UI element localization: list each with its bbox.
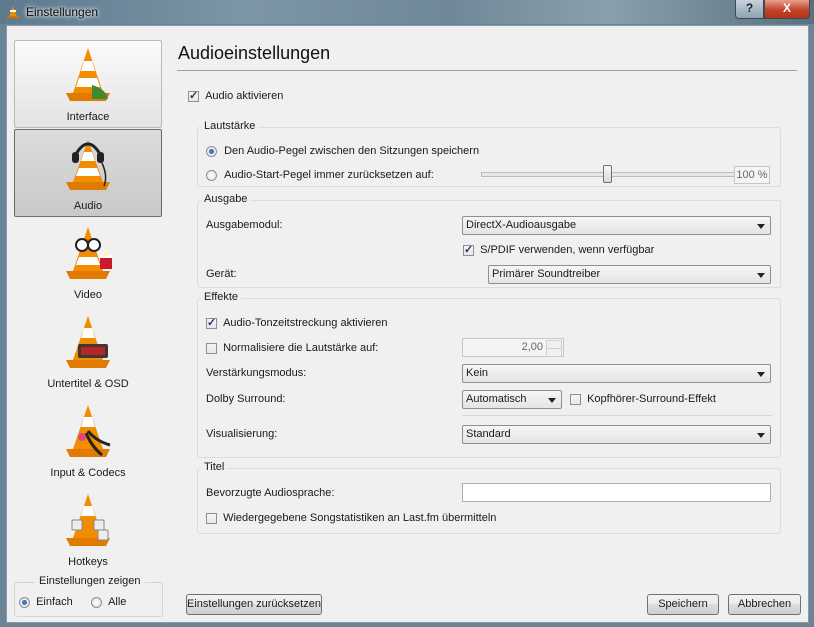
volume-group-title: Lautstärke	[201, 120, 259, 132]
output-module-value: DirectX-Audioausgabe	[466, 219, 577, 231]
settings-dialog: Interface Audio Video Untertitel & OSD I…	[6, 25, 809, 623]
device-dropdown[interactable]: Primärer Soundtreiber	[488, 265, 771, 284]
output-module-label: Ausgabemodul:	[206, 219, 283, 231]
cancel-button[interactable]: Abbrechen	[728, 594, 801, 615]
save-button[interactable]: Speichern	[647, 594, 719, 615]
all-mode-label: Alle	[108, 596, 127, 608]
time-stretch-label: Audio-Tonzeitstreckung aktivieren	[223, 317, 388, 329]
sidebar-item-label: Input & Codecs	[50, 467, 126, 479]
save-level-label: Den Audio-Pegel zwischen den Sitzungen s…	[224, 145, 480, 157]
gain-mode-dropdown[interactable]: Kein	[462, 364, 771, 383]
cone-cable-icon	[66, 405, 111, 457]
start-level-value: 100 %	[734, 166, 770, 184]
sidebar-item-interface[interactable]: Interface	[14, 40, 162, 128]
title-divider	[177, 70, 797, 71]
save-level-radio[interactable]: Den Audio-Pegel zwischen den Sitzungen s…	[206, 145, 479, 157]
audio-language-label: Bevorzugte Audiosprache:	[206, 487, 335, 499]
checkbox-indicator[interactable]	[570, 393, 581, 405]
radio-indicator[interactable]	[19, 596, 30, 608]
page-title: Audioeinstellungen	[178, 43, 331, 63]
cone-icon	[66, 48, 110, 101]
close-button[interactable]: X	[764, 0, 810, 19]
checkbox-indicator[interactable]	[206, 342, 217, 354]
simple-mode-label: Einfach	[36, 596, 73, 608]
sidebar-item-video[interactable]: Video	[14, 218, 162, 306]
visualization-value: Standard	[466, 428, 511, 440]
device-value: Primärer Soundtreiber	[492, 268, 601, 280]
device-label: Gerät:	[206, 268, 237, 280]
time-stretch-checkbox[interactable]: Audio-Tonzeitstreckung aktivieren	[206, 316, 388, 329]
gain-mode-value: Kein	[466, 367, 489, 379]
reset-settings-button[interactable]: Einstellungen zurücksetzen	[186, 594, 322, 615]
normalize-label: Normalisiere die Lautstärke auf:	[223, 342, 379, 354]
normalize-value: 2,00	[521, 341, 543, 353]
sidebar-item-subtitles[interactable]: Untertitel & OSD	[14, 307, 162, 395]
chevron-down-icon	[757, 224, 765, 229]
radio-indicator[interactable]	[206, 169, 217, 181]
window-title: Einstellungen	[26, 5, 99, 19]
show-settings-group: Einstellungen zeigen Einfach Alle	[14, 575, 163, 617]
cone-subtitles-icon	[66, 316, 110, 368]
spin-down-icon[interactable]	[546, 348, 562, 357]
output-group-title: Ausgabe	[201, 193, 251, 205]
headphone-surround-label: Kopfhörer-Surround-Effekt	[587, 393, 716, 405]
reset-level-label: Audio-Start-Pegel immer zurücksetzen auf…	[224, 169, 434, 181]
enable-audio-label: Audio aktivieren	[205, 90, 284, 102]
sidebar-item-hotkeys[interactable]: Hotkeys	[14, 485, 162, 573]
chevron-down-icon	[757, 273, 765, 278]
dolby-value: Automatisch	[466, 393, 527, 405]
radio-indicator[interactable]	[91, 596, 102, 608]
sidebar-item-label: Video	[74, 289, 102, 301]
sidebar-item-label: Hotkeys	[68, 556, 108, 568]
checkbox-indicator[interactable]	[463, 243, 474, 256]
normalize-spinbox[interactable]: 2,00	[462, 338, 564, 357]
audio-language-input[interactable]	[462, 483, 771, 502]
sidebar-item-input-codecs[interactable]: Input & Codecs	[14, 396, 162, 484]
effects-divider	[462, 415, 772, 416]
checkbox-indicator[interactable]	[188, 89, 199, 102]
lastfm-label: Wiedergegebene Songstatistiken an Last.f…	[223, 512, 497, 524]
chevron-down-icon	[548, 398, 556, 403]
start-level-slider-thumb[interactable]	[603, 165, 612, 183]
chevron-down-icon	[757, 433, 765, 438]
headphone-surround-checkbox[interactable]: Kopfhörer-Surround-Effekt	[570, 393, 716, 405]
sidebar-item-label: Interface	[66, 111, 110, 123]
show-settings-title: Einstellungen zeigen	[35, 575, 145, 587]
normalize-checkbox[interactable]: Normalisiere die Lautstärke auf:	[206, 342, 378, 354]
checkbox-indicator[interactable]	[206, 512, 217, 524]
checkbox-indicator[interactable]	[206, 316, 217, 329]
help-button[interactable]: ?	[735, 0, 764, 19]
radio-indicator[interactable]	[206, 145, 217, 157]
output-module-dropdown[interactable]: DirectX-Audioausgabe	[462, 216, 771, 235]
sidebar-item-label: Audio	[73, 200, 103, 212]
spdif-label: S/PDIF verwenden, wenn verfügbar	[480, 244, 655, 256]
cone-keyboard-icon	[66, 494, 110, 546]
track-group-title: Titel	[201, 461, 228, 473]
effects-group-title: Effekte	[201, 291, 242, 303]
vlc-cone-icon	[7, 6, 19, 18]
chevron-down-icon	[757, 372, 765, 377]
spdif-checkbox[interactable]: S/PDIF verwenden, wenn verfügbar	[463, 243, 655, 256]
sidebar-item-label: Untertitel & OSD	[47, 378, 129, 390]
visualization-dropdown[interactable]: Standard	[462, 425, 771, 444]
visualization-label: Visualisierung:	[206, 428, 278, 440]
window-titlebar: Einstellungen ? X	[0, 0, 814, 24]
sidebar-item-audio[interactable]: Audio	[14, 129, 162, 217]
dolby-label: Dolby Surround:	[206, 393, 286, 405]
gain-mode-label: Verstärkungsmodus:	[206, 367, 307, 379]
simple-mode-radio[interactable]: Einfach	[19, 596, 73, 608]
cone-headphones-icon	[66, 140, 110, 190]
all-mode-radio[interactable]: Alle	[91, 596, 126, 608]
cone-glasses-icon	[66, 227, 112, 279]
reset-level-radio[interactable]: Audio-Start-Pegel immer zurücksetzen auf…	[206, 169, 434, 181]
lastfm-checkbox[interactable]: Wiedergegebene Songstatistiken an Last.f…	[206, 512, 496, 524]
dolby-dropdown[interactable]: Automatisch	[462, 390, 562, 409]
enable-audio-checkbox[interactable]: Audio aktivieren	[188, 89, 284, 102]
